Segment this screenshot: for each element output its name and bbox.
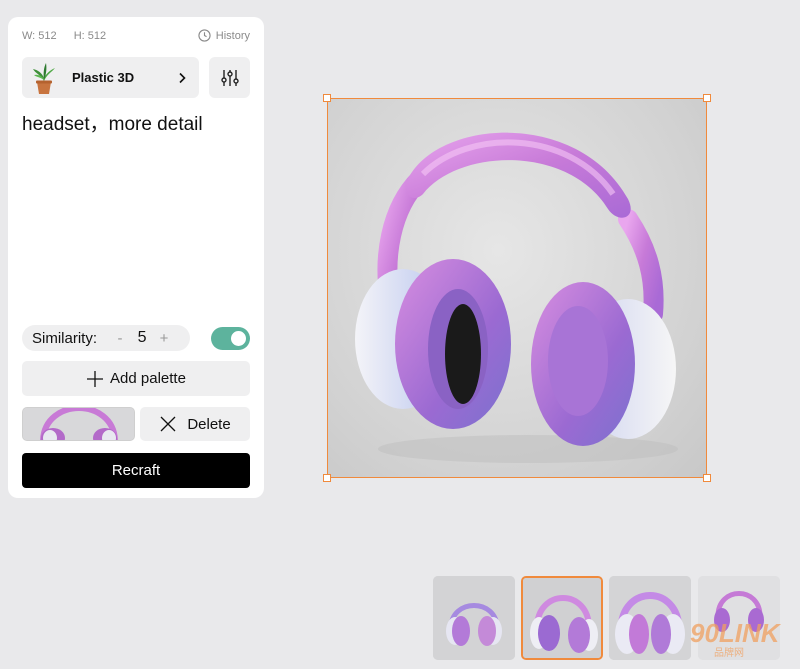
svg-text:90LINK: 90LINK xyxy=(690,618,782,648)
svg-text:品牌网: 品牌网 xyxy=(714,646,744,658)
headphones-thumbnail-image xyxy=(609,576,691,660)
chevron-right-icon xyxy=(179,72,186,83)
dimensions: W: 512 H: 512 xyxy=(22,30,120,42)
width-label: W: 512 xyxy=(22,30,57,42)
resize-handle-bottom-right[interactable] xyxy=(703,474,711,482)
style-selector-button[interactable]: Plastic 3D xyxy=(22,57,199,98)
sliders-icon xyxy=(220,69,239,86)
delete-label: Delete xyxy=(187,415,231,433)
resize-handle-top-right[interactable] xyxy=(703,94,711,102)
increment-button[interactable]: + xyxy=(157,330,171,347)
reference-image-thumbnail[interactable] xyxy=(22,407,135,441)
delete-button[interactable]: Delete xyxy=(140,407,250,441)
variant-thumbnail[interactable] xyxy=(609,576,691,660)
height-label: H: 512 xyxy=(73,30,107,42)
settings-button[interactable] xyxy=(209,57,250,98)
headphones-image xyxy=(355,132,678,463)
history-label: History xyxy=(215,29,250,42)
decrement-button[interactable]: - xyxy=(113,330,127,347)
headphones-thumbnail-image xyxy=(433,576,515,660)
toggle-knob xyxy=(231,331,246,346)
recraft-button[interactable]: Recraft xyxy=(22,453,250,488)
similarity-value: 5 xyxy=(137,329,147,346)
history-button[interactable]: History xyxy=(198,29,250,42)
headphones-thumbnail-image xyxy=(523,578,601,658)
plant-icon xyxy=(33,62,55,94)
resize-handle-bottom-left[interactable] xyxy=(323,474,331,482)
add-palette-label: Add palette xyxy=(110,370,186,387)
style-label: Plastic 3D xyxy=(72,70,135,85)
similarity-stepper: Similarity: - 5 + xyxy=(22,325,190,351)
similarity-label: Similarity: xyxy=(32,329,98,347)
similarity-toggle[interactable] xyxy=(211,327,250,350)
generated-image-canvas[interactable] xyxy=(323,94,711,482)
watermark-logo: 90LINK 品牌网 xyxy=(690,618,795,659)
resize-handle-top-left[interactable] xyxy=(323,94,331,102)
close-icon xyxy=(160,416,176,432)
prompt-input[interactable]: headset，more detail xyxy=(22,109,203,136)
add-palette-button[interactable]: Add palette xyxy=(22,361,250,396)
watermark-logo-image: 90LINK 品牌网 xyxy=(690,618,782,659)
variant-thumbnail-selected[interactable] xyxy=(521,576,603,660)
plus-icon xyxy=(87,370,104,387)
clock-icon xyxy=(198,29,211,42)
control-panel: W: 512 H: 512 History Plastic 3D headset… xyxy=(8,17,264,498)
variant-thumbnail[interactable] xyxy=(433,576,515,660)
headphones-reference-image xyxy=(23,408,134,440)
